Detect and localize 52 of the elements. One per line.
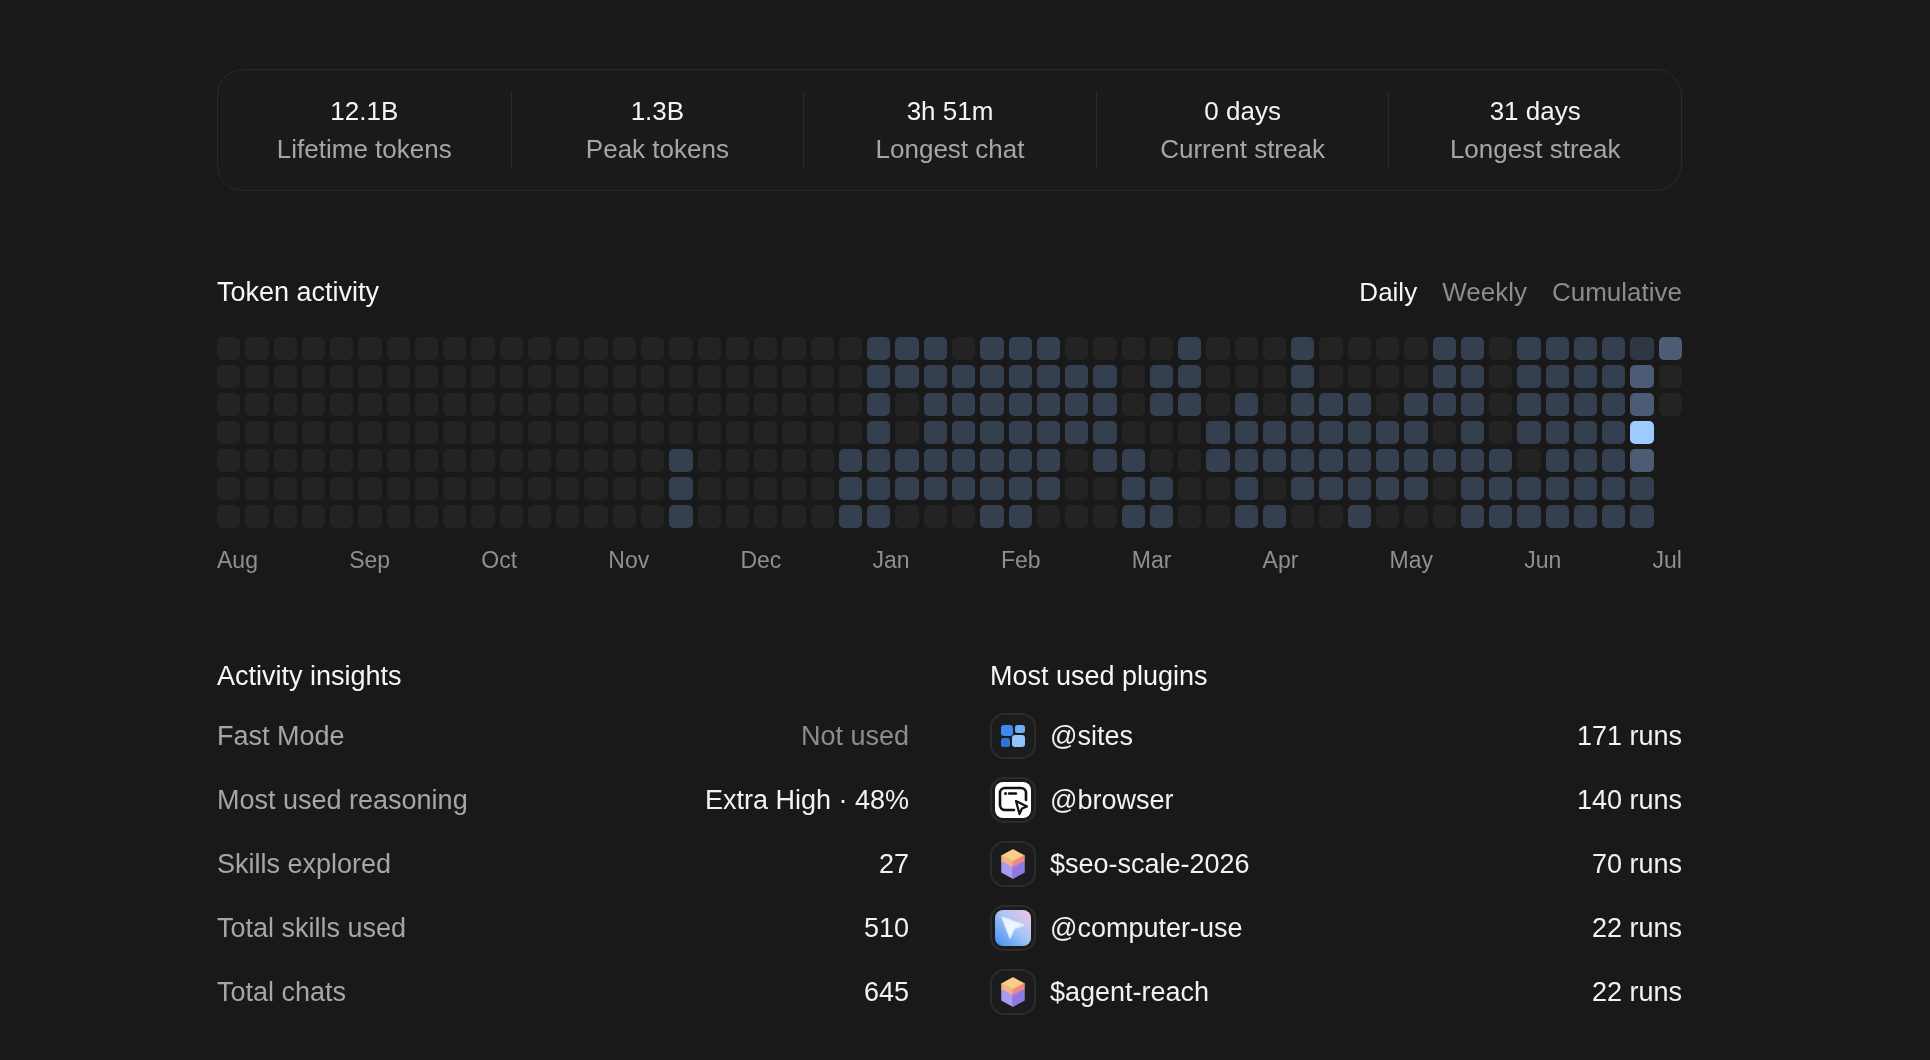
month-label: Dec bbox=[740, 546, 782, 574]
month-label: Sep bbox=[349, 546, 391, 574]
stat-value: 3h 51m bbox=[906, 95, 994, 128]
month-label: Aug bbox=[217, 546, 258, 574]
insight-label: Total skills used bbox=[217, 912, 407, 944]
stat-value: 0 days bbox=[1204, 95, 1281, 128]
run-count: 70 runs bbox=[1591, 848, 1682, 880]
run-count: 140 runs bbox=[1576, 784, 1682, 816]
section-title: Token activity bbox=[217, 276, 380, 309]
run-count: 171 runs bbox=[1576, 720, 1682, 752]
view-tab[interactable]: Cumulative bbox=[1551, 275, 1682, 309]
insight-value: Extra High · 48% bbox=[704, 784, 909, 816]
plugin-name: $agent-reach bbox=[1050, 976, 1210, 1008]
section-title: Activity insights bbox=[217, 660, 403, 693]
stat-label: Longest streak bbox=[1449, 133, 1621, 166]
window-pointer-icon bbox=[990, 777, 1036, 823]
stat-label: Lifetime tokens bbox=[276, 133, 452, 166]
cube-icon bbox=[990, 841, 1036, 887]
month-label: Jun bbox=[1524, 546, 1562, 574]
insight-label: Skills explored bbox=[217, 848, 392, 880]
stat-value: 1.3B bbox=[630, 95, 685, 128]
month-label: Nov bbox=[608, 546, 650, 574]
view-tab[interactable]: Weekly bbox=[1442, 275, 1527, 309]
month-label: May bbox=[1389, 546, 1434, 574]
insight-label: Total chats bbox=[217, 976, 347, 1008]
squares-grid-icon bbox=[990, 713, 1036, 759]
plugin-name: $seo-scale-2026 bbox=[1050, 848, 1250, 880]
month-label: Feb bbox=[1000, 546, 1041, 574]
stat-value: 12.1B bbox=[330, 95, 399, 128]
insight-value: 645 bbox=[863, 976, 909, 1008]
insight-value: Not used bbox=[800, 720, 909, 752]
month-label: Oct bbox=[481, 546, 518, 574]
view-tab[interactable]: Daily bbox=[1359, 275, 1418, 309]
stat-label: Peak tokens bbox=[585, 133, 729, 166]
stat-label: Longest chat bbox=[875, 133, 1025, 166]
month-label: Jul bbox=[1652, 546, 1682, 574]
plugin-name: @browser bbox=[1050, 784, 1174, 816]
run-count: 22 runs bbox=[1591, 976, 1682, 1008]
section-title: Most used plugins bbox=[990, 660, 1209, 693]
stat-label: Current streak bbox=[1160, 133, 1325, 166]
insight-value: 27 bbox=[878, 848, 909, 880]
plugin-name: @sites bbox=[1050, 720, 1133, 752]
insight-label: Most used reasoning bbox=[217, 784, 468, 816]
plugin-name: @computer-use bbox=[1050, 912, 1243, 944]
month-label: Jan bbox=[872, 546, 910, 574]
run-count: 22 runs bbox=[1591, 912, 1682, 944]
month-label: Mar bbox=[1131, 546, 1172, 574]
stat-value: 31 days bbox=[1489, 95, 1581, 128]
insight-value: 510 bbox=[863, 912, 909, 944]
month-label: Apr bbox=[1262, 546, 1299, 574]
cube-icon bbox=[990, 969, 1036, 1015]
insight-label: Fast Mode bbox=[217, 720, 345, 752]
